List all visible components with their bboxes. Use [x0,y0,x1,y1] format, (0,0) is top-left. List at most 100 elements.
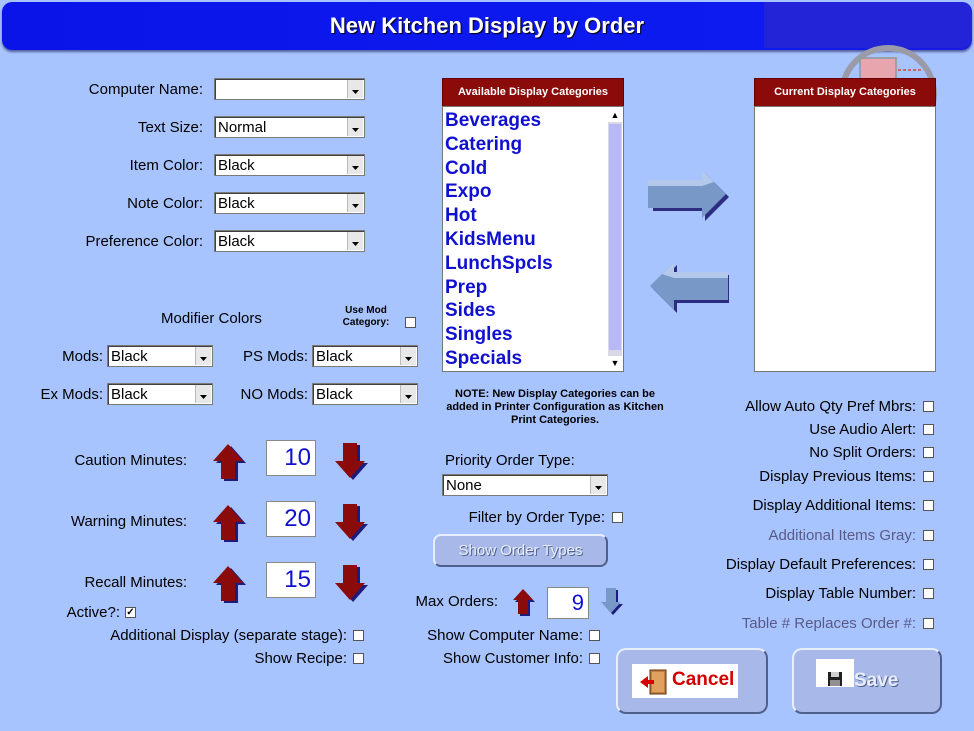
show-customer-info-label: Show Customer Info: [442,650,583,667]
current-categories-header: Current Display Categories [754,78,936,107]
show-order-types-label: Show Order Types [458,542,583,559]
option-label: Use Audio Alert: [809,421,916,438]
ex-mods-value: Black [111,386,148,403]
note-color-label: Note Color: [127,195,203,212]
max-orders-increase-arrow-icon[interactable] [510,586,540,622]
category-item[interactable]: Cold [443,157,605,181]
additional-display-label: Additional Display (separate stage): [110,627,347,644]
floppy-disk-icon [828,672,842,686]
show-order-types-button[interactable]: Show Order Types [433,534,608,567]
add-category-arrow-icon[interactable] [644,166,732,226]
text-size-combo[interactable]: Normal [214,116,365,138]
available-categories-list[interactable]: Beverages Catering Cold Expo Hot KidsMenu Lunc… [442,106,624,372]
no-mods-combo[interactable]: Black [312,383,418,405]
save-button[interactable]: Save [792,648,942,714]
additional-display-checkbox[interactable] [353,630,364,641]
chevron-down-icon[interactable] [195,347,211,365]
note-color-combo[interactable]: Black [214,192,365,214]
window-title: New Kitchen Display by Order [329,13,645,38]
ps-mods-combo[interactable]: Black [312,345,418,367]
show-recipe-label: Show Recipe: [254,650,347,667]
chevron-down-icon[interactable] [347,194,363,212]
option-checkbox[interactable] [923,530,934,541]
option-checkbox[interactable] [923,447,934,458]
option-checkbox[interactable] [923,401,934,412]
use-mod-category-line1: Use Mod [345,305,387,316]
option-checkbox[interactable] [923,500,934,511]
chevron-down-icon[interactable] [195,385,211,403]
option-label: Display Default Preferences: [725,556,916,573]
remove-category-arrow-icon[interactable] [644,258,732,318]
show-computer-name-checkbox[interactable] [589,630,600,641]
chevron-down-icon[interactable] [347,156,363,174]
option-label: Table # Replaces Order #: [741,615,916,632]
cancel-button[interactable]: Cancel [616,648,768,714]
ps-mods-label: PS Mods: [242,348,308,365]
text-size-value: Normal [218,119,267,136]
show-recipe-checkbox[interactable] [353,653,364,664]
computer-name-combo[interactable] [214,78,365,100]
preference-color-combo[interactable]: Black [214,230,365,252]
max-orders-label: Max Orders: [415,593,498,610]
category-item[interactable]: Singles [443,323,605,347]
show-customer-info-checkbox[interactable] [589,653,600,664]
option-label: No Split Orders: [809,444,916,461]
scroll-thumb[interactable] [609,124,621,350]
current-categories-list[interactable] [754,106,936,372]
ex-mods-label: Ex Mods: [40,386,103,403]
option-label: Display Table Number: [765,585,916,602]
category-item[interactable]: Prep [443,276,605,300]
option-checkbox[interactable] [923,471,934,482]
save-label: Save [854,670,899,691]
category-item[interactable]: KidsMenu [443,228,605,252]
category-item[interactable]: Beverages [443,109,605,133]
max-orders-decrease-arrow-icon[interactable] [598,586,628,622]
mods-combo[interactable]: Black [107,345,213,367]
priority-order-type-combo[interactable]: None [442,474,608,496]
preference-color-label: Preference Color: [85,233,203,250]
chevron-down-icon[interactable] [590,476,606,494]
warning-minutes-label: Warning Minutes: [70,513,187,530]
ps-mods-value: Black [316,348,353,365]
computer-name-label: Computer Name: [88,81,203,98]
option-checkbox[interactable] [923,588,934,599]
category-item[interactable]: LunchSpcls [443,252,605,276]
category-item[interactable]: Hot [443,204,605,228]
warning-minutes-value[interactable]: 20 [266,501,316,537]
priority-order-type-label: Priority Order Type: [445,452,575,469]
caution-increase-arrow-icon[interactable] [208,441,252,485]
caution-minutes-value[interactable]: 10 [266,440,316,476]
recall-decrease-arrow-icon[interactable] [330,563,374,607]
max-orders-value[interactable]: 9 [547,587,589,619]
active-checkbox[interactable]: ✓ [125,607,136,618]
use-mod-category-checkbox[interactable] [405,317,416,328]
category-item[interactable]: Catering [443,133,605,157]
caution-decrease-arrow-icon[interactable] [330,441,374,485]
chevron-down-icon[interactable] [400,385,416,403]
use-mod-category-label: Use Mod Category: [334,305,398,329]
warning-decrease-arrow-icon[interactable] [330,502,374,546]
option-checkbox[interactable] [923,424,934,435]
recall-minutes-value[interactable]: 15 [266,562,316,598]
ex-mods-combo[interactable]: Black [107,383,213,405]
option-checkbox[interactable] [923,559,934,570]
scrollbar[interactable]: ▲ ▼ [608,108,622,370]
filter-by-order-type-checkbox[interactable] [612,512,623,523]
recall-increase-arrow-icon[interactable] [208,563,252,607]
option-label: Allow Auto Qty Pref Mbrs: [745,398,916,415]
chevron-down-icon[interactable] [347,232,363,250]
chevron-down-icon[interactable] [347,118,363,136]
scroll-up-icon[interactable]: ▲ [608,108,622,122]
warning-increase-arrow-icon[interactable] [208,502,252,546]
chevron-down-icon[interactable] [400,347,416,365]
mods-label: Mods: [62,348,103,365]
category-item[interactable]: Expo [443,180,605,204]
chevron-down-icon[interactable] [347,80,363,98]
option-checkbox[interactable] [923,618,934,629]
exit-door-icon [640,669,667,695]
category-item[interactable]: Specials [443,347,605,371]
item-color-combo[interactable]: Black [214,154,365,176]
scroll-down-icon[interactable]: ▼ [608,356,622,370]
recall-minutes-label: Recall Minutes: [84,574,187,591]
category-item[interactable]: Sides [443,299,605,323]
